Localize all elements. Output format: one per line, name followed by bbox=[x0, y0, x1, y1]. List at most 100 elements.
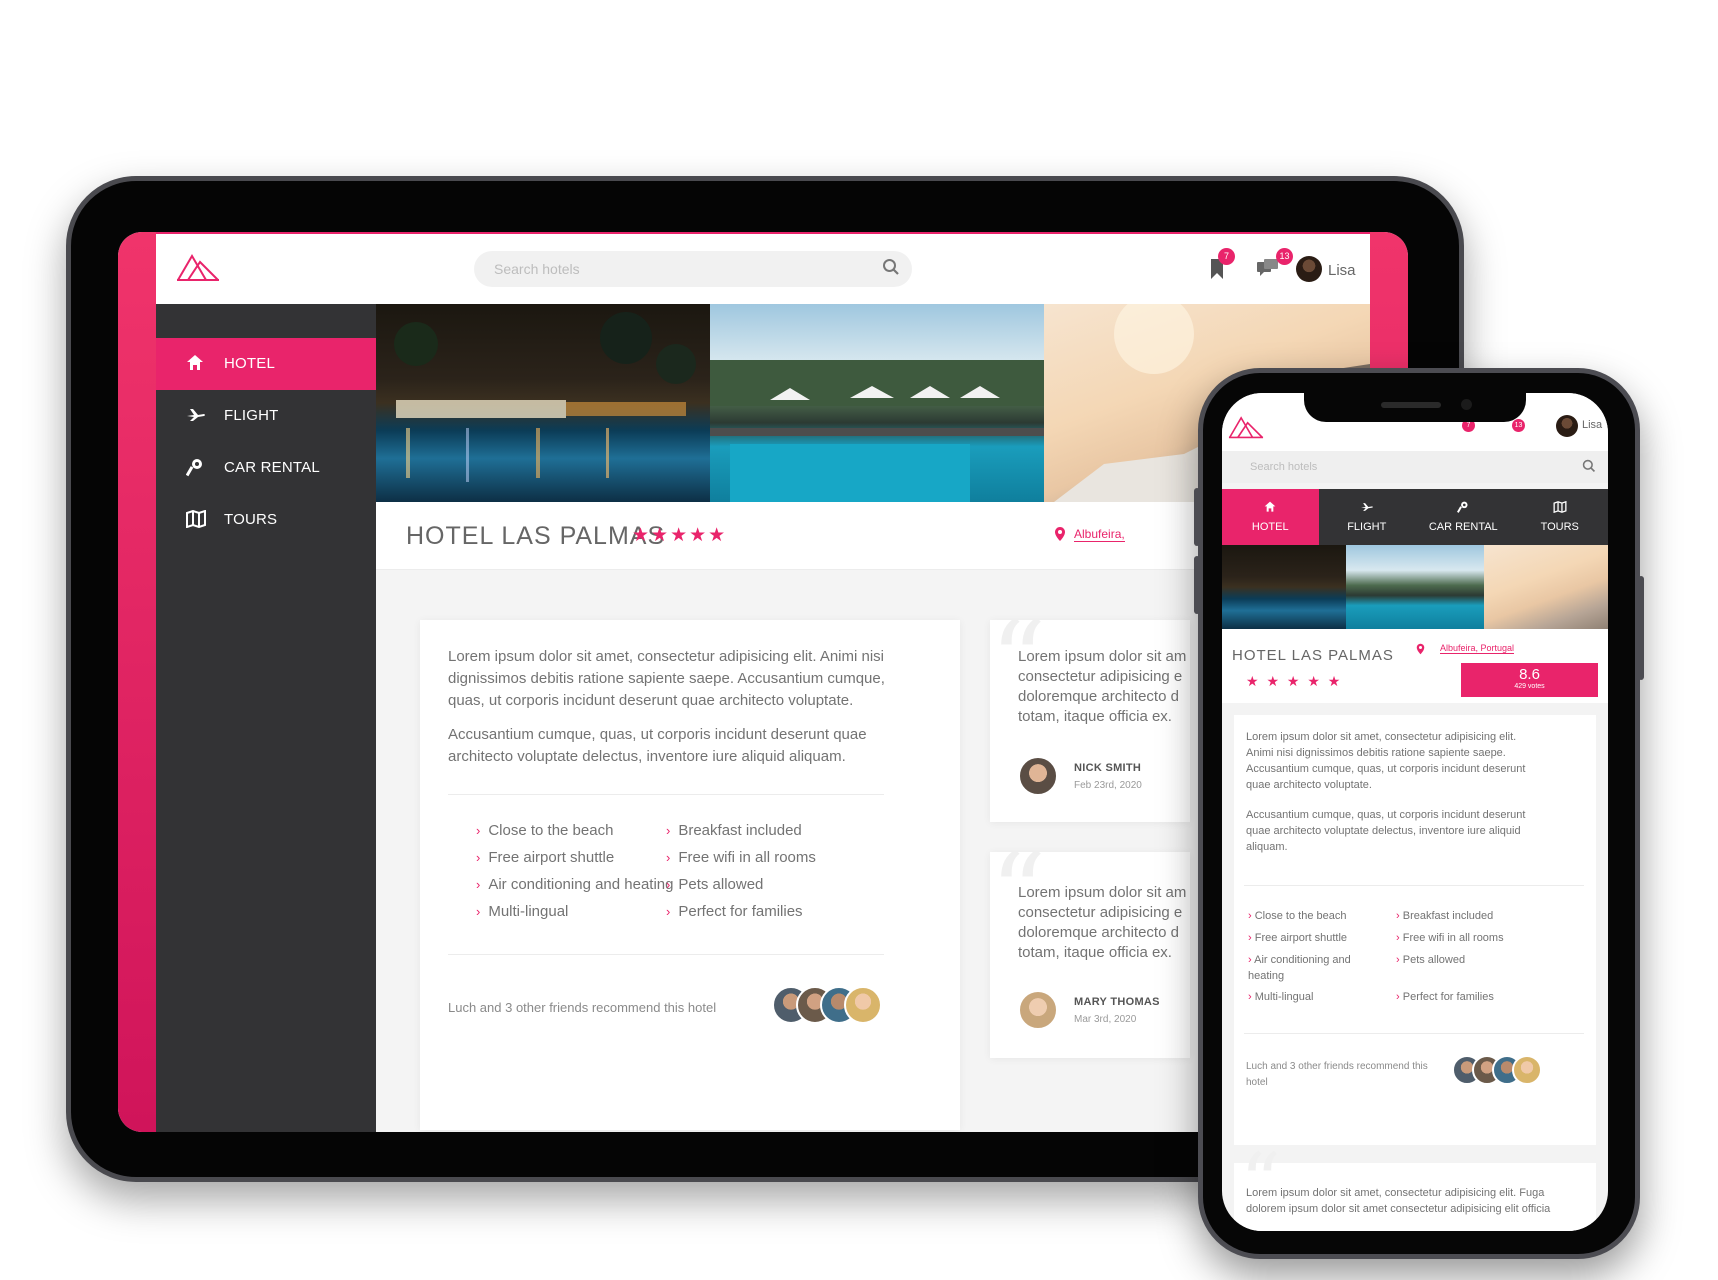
bookmarks-badge: 7 bbox=[1218, 248, 1235, 265]
key-icon bbox=[1457, 501, 1468, 513]
tab-tours[interactable]: TOURS bbox=[1512, 489, 1609, 545]
sidebar: HOTEL FLIGHT CAR RENTAL TOURS bbox=[156, 304, 376, 1132]
friend-avatar bbox=[1512, 1055, 1542, 1085]
hotel-name: HOTEL LAS PALMAS bbox=[406, 522, 666, 550]
tab-car-rental[interactable]: CAR RENTAL bbox=[1415, 489, 1512, 545]
mobile-description-card: Lorem ipsum dolor sit amet, consectetur … bbox=[1234, 715, 1596, 1145]
amenity-item: › Close to the beach bbox=[476, 822, 614, 839]
review-text-line: totam, itaque officia ex. bbox=[1018, 944, 1172, 961]
hotel-photo-pool-day[interactable] bbox=[1346, 545, 1484, 629]
reviewer-name: MARY THOMAS bbox=[1074, 996, 1160, 1008]
friend-avatar bbox=[844, 986, 882, 1024]
rating-votes: 429 votes bbox=[1514, 683, 1545, 690]
mobile-hotel-info: HOTEL LAS PALMAS Albufeira, Portugal ★ ★… bbox=[1222, 629, 1608, 703]
review-text-line: doloremque architecto d bbox=[1018, 688, 1179, 705]
hotel-location-link[interactable]: Albufeira, bbox=[1074, 527, 1125, 542]
divider bbox=[448, 794, 884, 795]
hotel-photo-pool-day[interactable] bbox=[710, 304, 1044, 502]
hotel-name: HOTEL LAS PALMAS bbox=[1232, 647, 1394, 664]
search-icon[interactable] bbox=[1582, 459, 1596, 473]
friends-recommend-text: Luch and 3 other friends recommend this h… bbox=[1246, 1061, 1428, 1088]
amenity-item: › Pets allowed bbox=[666, 876, 764, 893]
sidebar-item-hotel[interactable]: HOTEL bbox=[156, 338, 376, 390]
sidebar-label: TOURS bbox=[224, 511, 278, 528]
amenities-right-column: › Breakfast included › Free wifi in all … bbox=[1396, 910, 1504, 1003]
description-paragraph-2: Accusantium cumque, quas, ut corporis in… bbox=[448, 726, 867, 765]
tab-label: TOURS bbox=[1540, 521, 1579, 533]
messages-icon[interactable] bbox=[1256, 258, 1280, 280]
reviewer-name: NICK SMITH bbox=[1074, 762, 1142, 774]
user-name[interactable]: Lisa bbox=[1582, 419, 1602, 431]
mobile-photo-gallery bbox=[1222, 545, 1608, 629]
rating-score: 8.6 bbox=[1519, 666, 1540, 683]
messages-badge: 13 bbox=[1276, 248, 1293, 265]
mobile-nav-tabs: HOTEL FLIGHT CAR RENTAL TOURS bbox=[1222, 489, 1608, 545]
hotel-star-rating: ★★★★★ bbox=[632, 525, 728, 546]
review-card: “ Lorem ipsum dolor sit am consectetur a… bbox=[990, 620, 1190, 822]
mobile-search-bar[interactable]: Search hotels bbox=[1222, 451, 1608, 483]
home-icon bbox=[187, 355, 203, 370]
location-pin-icon bbox=[1416, 643, 1425, 655]
rating-score-box: 8.6 429 votes bbox=[1461, 663, 1598, 697]
divider bbox=[448, 954, 884, 955]
search-icon[interactable] bbox=[882, 258, 900, 276]
sidebar-label: HOTEL bbox=[224, 355, 276, 372]
hotel-location-link[interactable]: Albufeira, Portugal bbox=[1440, 643, 1515, 654]
phone-side-button bbox=[1638, 576, 1644, 680]
tab-hotel[interactable]: HOTEL bbox=[1222, 489, 1319, 545]
review-text-line: doloremque architecto d bbox=[1018, 924, 1179, 941]
amenities-left-column: › Close to the beach › Free airport shut… bbox=[1248, 910, 1351, 1003]
key-icon bbox=[186, 459, 202, 477]
map-icon bbox=[186, 510, 206, 528]
review-text-line: consectetur adipisicing e bbox=[1018, 904, 1183, 921]
hotel-photo-terrace-sunset[interactable] bbox=[1484, 545, 1608, 629]
user-avatar[interactable] bbox=[1556, 415, 1578, 437]
messages-badge: 13 bbox=[1512, 419, 1525, 432]
amenity-item: › Free wifi in all rooms bbox=[666, 849, 816, 866]
reviewer-avatar bbox=[1018, 990, 1058, 1030]
amenity-item: › Multi-lingual bbox=[476, 903, 569, 920]
phone-speaker bbox=[1381, 402, 1441, 408]
search-placeholder: Search hotels bbox=[1250, 461, 1318, 473]
plane-icon bbox=[187, 409, 205, 421]
tab-label: CAR RENTAL bbox=[1428, 521, 1498, 533]
sidebar-item-flight[interactable]: FLIGHT bbox=[156, 390, 376, 442]
hotel-photo-night-pool[interactable] bbox=[1222, 545, 1346, 629]
amenity-item: › Free airport shuttle bbox=[476, 849, 615, 866]
tab-label: HOTEL bbox=[1251, 521, 1289, 533]
mountain-logo-icon[interactable] bbox=[1228, 413, 1264, 439]
search-bar[interactable]: Search hotels bbox=[474, 251, 912, 287]
divider bbox=[1244, 885, 1584, 886]
review-card: “ Lorem ipsum dolor sit am consectetur a… bbox=[990, 852, 1190, 1058]
app-window: Search hotels 7 13 Lisa HOTEL FLIGHT CAR… bbox=[156, 232, 1370, 1132]
left-accent-bar bbox=[118, 232, 156, 1132]
phone-camera bbox=[1461, 399, 1472, 410]
friends-recommend-text: Luch and 3 other friends recommend this … bbox=[448, 1000, 717, 1015]
phone-screen: 7 13 Lisa Search hotels HOTEL FLIGHT CAR… bbox=[1222, 393, 1608, 1231]
user-avatar[interactable] bbox=[1296, 256, 1322, 282]
sidebar-item-car-rental[interactable]: CAR RENTAL bbox=[156, 442, 376, 494]
divider bbox=[1244, 1033, 1584, 1034]
top-header: Search hotels 7 13 Lisa bbox=[156, 232, 1370, 304]
plane-icon bbox=[1360, 503, 1373, 511]
tab-flight[interactable]: FLIGHT bbox=[1319, 489, 1416, 545]
sidebar-item-tours[interactable]: TOURS bbox=[156, 494, 376, 546]
location-pin-icon bbox=[1055, 527, 1065, 541]
tab-label: FLIGHT bbox=[1347, 521, 1387, 533]
mountain-logo-icon[interactable] bbox=[176, 250, 220, 282]
phone-volume-button bbox=[1194, 488, 1200, 546]
review-date: Mar 3rd, 2020 bbox=[1074, 1014, 1137, 1025]
description-text: Lorem ipsum dolor sit amet, consectetur … bbox=[1246, 731, 1526, 853]
review-text-line: totam, itaque officia ex. bbox=[1018, 708, 1172, 725]
review-text-line: dolorem ipsum dolor sit amet consectetur… bbox=[1246, 1203, 1551, 1215]
hotel-photo-night-pool[interactable] bbox=[376, 304, 710, 502]
user-name[interactable]: Lisa bbox=[1328, 262, 1356, 279]
map-icon bbox=[1553, 501, 1567, 513]
mobile-review-card: “ Lorem ipsum dolor sit amet, consectetu… bbox=[1234, 1143, 1596, 1231]
review-text-line: Lorem ipsum dolor sit am bbox=[1018, 884, 1187, 901]
reviewer-avatar bbox=[1018, 756, 1058, 796]
amenity-item: › Perfect for families bbox=[666, 903, 803, 920]
hotel-star-rating: ★ ★ ★ ★ ★ bbox=[1246, 673, 1343, 689]
review-date: Feb 23rd, 2020 bbox=[1074, 780, 1142, 791]
sidebar-label: FLIGHT bbox=[224, 407, 279, 424]
